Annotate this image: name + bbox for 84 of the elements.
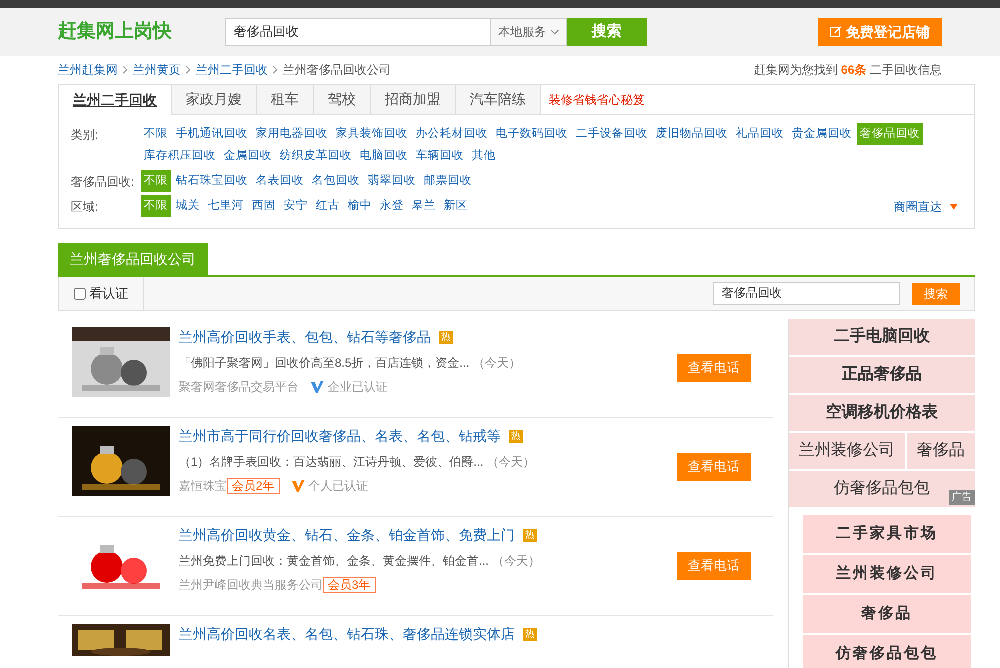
filter-option[interactable]: 新区	[441, 195, 471, 217]
ad-link[interactable]: 空调移机价格表	[789, 395, 975, 431]
filter-option[interactable]: 名包回收	[309, 170, 363, 192]
edit-icon	[830, 26, 842, 38]
ad-link[interactable]: 兰州装修公司	[789, 433, 905, 469]
filter-option[interactable]: 纺织皮革回收	[277, 145, 355, 167]
listing-title[interactable]: 兰州高价回收名表、名包、钻石珠、奢侈品连锁实体店	[179, 624, 515, 645]
company-name: 聚奢网奢侈品交易平台	[179, 379, 299, 396]
filter-option[interactable]: 邮票回收	[421, 170, 475, 192]
filter-option[interactable]: 永登	[377, 195, 407, 217]
scope-dropdown[interactable]: 本地服务	[491, 18, 567, 46]
category-tab[interactable]: 家政月嫂	[172, 85, 257, 114]
category-tab[interactable]: 租车	[257, 85, 314, 114]
ad-link[interactable]: 二手电脑回收	[789, 319, 975, 355]
filter-option[interactable]: 二手设备回收	[573, 123, 651, 145]
chevron-icon	[273, 66, 278, 74]
filter-option[interactable]: 库存积压回收	[141, 145, 219, 167]
filter-option[interactable]: 钻石珠宝回收	[173, 170, 251, 192]
caret-icon	[550, 30, 558, 34]
verification-status: 企业已认证	[328, 379, 388, 396]
district-link[interactable]: 商圈直达	[894, 195, 962, 216]
member-badge: 会员2年	[227, 478, 280, 494]
filter-option[interactable]: 翡翠回收	[365, 170, 419, 192]
filter-option[interactable]: 七里河	[205, 195, 247, 217]
filter-option[interactable]: 名表回收	[253, 170, 307, 192]
filter-option[interactable]: 贵金属回收	[789, 123, 855, 145]
breadcrumb-current: 兰州奢侈品回收公司	[283, 62, 391, 79]
search-field[interactable]: 奢侈品回收	[713, 282, 900, 305]
listing-description: （1）名牌手表回收：百达翡丽、江诗丹顿、爱彼、伯爵... （今天）	[179, 454, 536, 471]
filter-option[interactable]: 车辆回收	[413, 145, 467, 167]
listing-title[interactable]: 兰州市高于同行价回收奢侈品、名表、名包、钻戒等	[179, 426, 501, 447]
filter-option[interactable]: 不限	[141, 123, 171, 145]
listing-title[interactable]: 兰州高价回收手表、包包、钻石等奢侈品	[179, 327, 431, 348]
category-tab[interactable]: 驾校	[314, 85, 371, 114]
filter-option[interactable]: 安宁	[281, 195, 311, 217]
verified-checkbox[interactable]	[74, 288, 86, 300]
filter-option[interactable]: 家用电器回收	[253, 123, 331, 145]
listing-title[interactable]: 兰州高价回收黄金、钻石、金条、铂金首饰、免费上门	[179, 525, 515, 546]
filter-option[interactable]: 家具装饰回收	[333, 123, 411, 145]
listing-description: 兰州免费上门回收：黄金首饰、金条、黄金摆件、铂金首... （今天）	[179, 553, 542, 570]
filter-option[interactable]: 红古	[313, 195, 343, 217]
ad-link[interactable]: 奢侈品	[907, 433, 975, 469]
filter-option[interactable]: 礼品回收	[733, 123, 787, 145]
filter-option[interactable]: 其他	[469, 145, 499, 167]
search-field[interactable]: 奢侈品回收	[225, 18, 491, 46]
ad-badge: 广告	[949, 490, 975, 505]
chevron-icon	[186, 66, 191, 74]
filter-option[interactable]: 西固	[249, 195, 279, 217]
hot-badge: 热	[523, 529, 537, 542]
filter-option[interactable]: 榆中	[345, 195, 375, 217]
member-badge: 会员3年	[323, 577, 376, 593]
hot-badge: 热	[439, 331, 453, 344]
result-summary: 赶集网为您找到 66条 二手回收信息	[754, 62, 942, 79]
sidebar-link[interactable]: 仿奢侈品包包	[803, 635, 971, 668]
company-name: 兰州尹峰回收典当服务公司	[179, 577, 323, 594]
filter-option[interactable]: 城关	[173, 195, 203, 217]
sidebar-link[interactable]: 二手家具市场	[803, 515, 971, 553]
breadcrumb-link[interactable]: 兰州黄页	[133, 61, 181, 79]
filter-option[interactable]: 金属回收	[221, 145, 275, 167]
sidebar-link[interactable]: 兰州装修公司	[803, 555, 971, 593]
company-name: 嘉恒珠宝	[179, 478, 227, 495]
listing-description: 「佛阳子聚奢网」回收价高至8.5折，百店连锁，资金... （今天）	[179, 355, 522, 372]
category-tab[interactable]: 汽车陪练	[456, 85, 541, 114]
filter-option[interactable]: 皋兰	[409, 195, 439, 217]
sidebar-link[interactable]: 奢侈品	[803, 595, 971, 633]
category-tab[interactable]: 招商加盟	[371, 85, 456, 114]
hot-badge: 热	[523, 628, 537, 641]
checkbox-label: 看认证	[90, 284, 128, 303]
filter-option[interactable]: 手机通讯回收	[173, 123, 251, 145]
filter-option[interactable]: 废旧物品回收	[653, 123, 731, 145]
filter-label: 奢侈品回收:	[71, 174, 136, 191]
chevron-icon	[123, 66, 128, 74]
filter-option[interactable]: 电脑回收	[357, 145, 411, 167]
hot-badge: 热	[509, 430, 523, 443]
filter-option[interactable]: 电子数码回收	[493, 123, 571, 145]
filter-label: 类别:	[71, 127, 100, 144]
filter-option[interactable]: 办公耗材回收	[413, 123, 491, 145]
filter-label: 区域:	[71, 199, 100, 216]
verification-status: 个人已认证	[308, 478, 369, 495]
breadcrumb-link[interactable]: 兰州二手回收	[196, 61, 268, 79]
breadcrumb-link[interactable]: 兰州赶集网	[58, 61, 118, 79]
caret-icon	[950, 204, 958, 210]
category-tab[interactable]: 兰州二手回收	[59, 85, 172, 115]
ad-link[interactable]: 正品奢侈品	[789, 357, 975, 393]
